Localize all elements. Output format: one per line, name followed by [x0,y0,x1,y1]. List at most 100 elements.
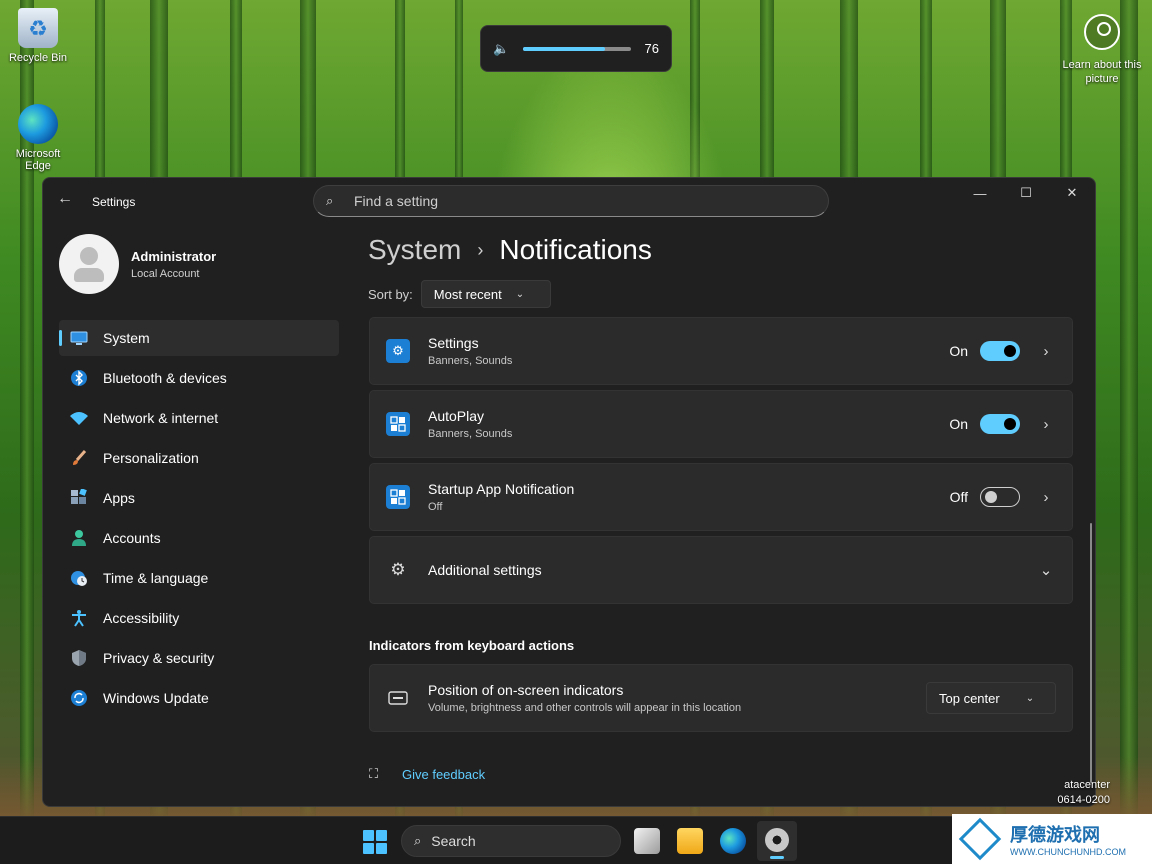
autoplay-icon [386,412,410,436]
position-description: Volume, brightness and other controls wi… [428,702,742,714]
sidebar-item-bluetooth[interactable]: Bluetooth & devices [59,360,339,396]
sidebar-item-label: Time & language [103,570,209,586]
sidebar-item-label: Apps [103,490,135,506]
wifi-icon [69,409,89,427]
taskbar-search[interactable]: ⌕ Search [401,825,621,857]
volume-slider[interactable] [522,46,631,51]
watermark-line: atacenter [1064,779,1110,791]
learn-about-picture-label: Learn about this picture [1062,59,1142,85]
scrollbar[interactable] [1090,523,1092,783]
maximize-button[interactable]: ☐ [1003,178,1049,208]
chevron-right-icon[interactable]: › [1038,416,1054,433]
desktop-icon-recycle-bin[interactable]: Recycle Bin [2,8,74,64]
camera-icon [1084,14,1120,50]
desktop-icon-edge[interactable]: Microsoft Edge [2,104,74,172]
taskbar-search-label: Search [431,833,476,849]
learn-about-picture[interactable]: Learn about this picture [1060,14,1144,86]
app-title: Settings [92,195,136,209]
sidebar-item-apps[interactable]: Apps [59,480,339,516]
notification-toggle[interactable] [980,487,1020,507]
toggle-state-label: Off [949,489,968,505]
toggle-state-label: On [949,416,968,432]
window-controls: — ☐ ✕ [957,178,1095,208]
chevron-right-icon[interactable]: › [1038,343,1054,360]
brush-icon [69,449,89,467]
give-feedback[interactable]: ⛶ Give feedback [369,766,485,782]
sidebar-item-accounts[interactable]: Accounts [59,520,339,556]
search-input[interactable] [354,193,794,209]
indicator-position-row: Position of on-screen indicators Volume,… [369,664,1073,732]
edge-taskbar-icon[interactable] [720,828,746,854]
account-type: Local Account [131,267,200,280]
breadcrumb-parent[interactable]: System [368,234,461,266]
volume-slider-fill [522,46,605,51]
shield-icon [69,649,89,667]
minimize-button[interactable]: — [957,178,1003,208]
update-icon [69,689,89,707]
bluetooth-icon [69,369,89,387]
title-bar: ← Settings ⌕ — ☐ ✕ [43,178,1095,224]
desktop-icon-label: Microsoft Edge [15,148,61,172]
app-name: AutoPlay [428,408,485,424]
speaker-icon[interactable]: 🔈 [493,41,515,57]
app-notification-row-autoplay[interactable]: AutoPlay Banners, Sounds On › [369,390,1073,458]
indicator-icon [386,686,410,710]
avatar [59,234,119,294]
sidebar-item-windows-update[interactable]: Windows Update [59,680,339,716]
sidebar-item-time-language[interactable]: Time & language [59,560,339,596]
desktop-watermark: atacenter 0614-0200 [1057,778,1110,808]
search-icon: ⌕ [326,193,334,208]
settings-gear-icon: ⚙ [386,339,410,363]
site-logo-badge: 厚德游戏网 WWW.CHUNCHUNHD.COM [952,814,1152,864]
give-feedback-link[interactable]: Give feedback [402,767,485,782]
user-profile[interactable]: Administrator Local Account [59,234,216,294]
sort-dropdown[interactable]: Most recent ⌄ [420,280,551,308]
volume-value: 76 [644,41,659,56]
back-arrow-icon[interactable]: ← [57,190,73,208]
sort-control: Sort by: Most recent ⌄ [368,280,551,308]
settings-taskbar-button[interactable] [757,821,797,861]
chevron-right-icon[interactable]: › [1038,489,1054,506]
sidebar-item-label: Accounts [103,530,161,546]
notification-toggle[interactable] [980,341,1020,361]
sidebar-item-label: Windows Update [103,690,209,706]
accessibility-icon [69,609,89,627]
monitor-icon [69,329,89,347]
chevron-right-icon: › [477,239,484,260]
additional-settings-row[interactable]: ⚙ Additional settings ⌄ [369,536,1073,604]
edge-icon [18,104,58,144]
sidebar-item-system[interactable]: System [59,320,339,356]
logo-mark-icon [958,817,1002,861]
close-button[interactable]: ✕ [1049,178,1095,208]
breadcrumb: System › Notifications [368,234,652,266]
startup-app-icon [386,485,410,509]
sidebar-item-personalization[interactable]: Personalization [59,440,339,476]
app-notification-row-startup-app[interactable]: Startup App Notification Off Off › [369,463,1073,531]
position-title: Position of on-screen indicators [428,682,624,698]
notification-toggle[interactable] [980,414,1020,434]
settings-search[interactable]: ⌕ [313,185,829,217]
recycle-bin-icon [18,8,58,48]
sidebar-item-privacy-security[interactable]: Privacy & security [59,640,339,676]
task-view-icon[interactable] [634,828,660,854]
app-detail: Off [428,501,443,513]
sidebar-item-label: Privacy & security [103,650,215,666]
sidebar-item-label: Network & internet [103,410,219,426]
chevron-down-icon: ⌄ [1025,692,1035,704]
sidebar-item-label: Personalization [103,450,199,466]
chevron-down-icon[interactable]: ⌄ [1038,561,1054,579]
app-notification-row-settings[interactable]: ⚙ Settings Banners, Sounds On › [369,317,1073,385]
settings-window: ← Settings ⌕ — ☐ ✕ Administrator Local A… [42,177,1096,807]
feedback-icon: ⛶ [369,766,379,781]
chevron-down-icon: ⌄ [515,288,525,300]
start-windows-icon[interactable] [363,830,387,854]
gears-icon: ⚙ [390,560,406,579]
sort-label: Sort by: [368,286,413,302]
sidebar-item-accessibility[interactable]: Accessibility [59,600,339,636]
sidebar-nav: System Bluetooth & devices Network & int… [59,320,339,720]
additional-settings-label: Additional settings [428,562,542,578]
file-explorer-icon[interactable] [677,828,703,854]
position-dropdown[interactable]: Top center ⌄ [926,682,1056,714]
sort-value: Most recent [433,286,502,302]
sidebar-item-network[interactable]: Network & internet [59,400,339,436]
